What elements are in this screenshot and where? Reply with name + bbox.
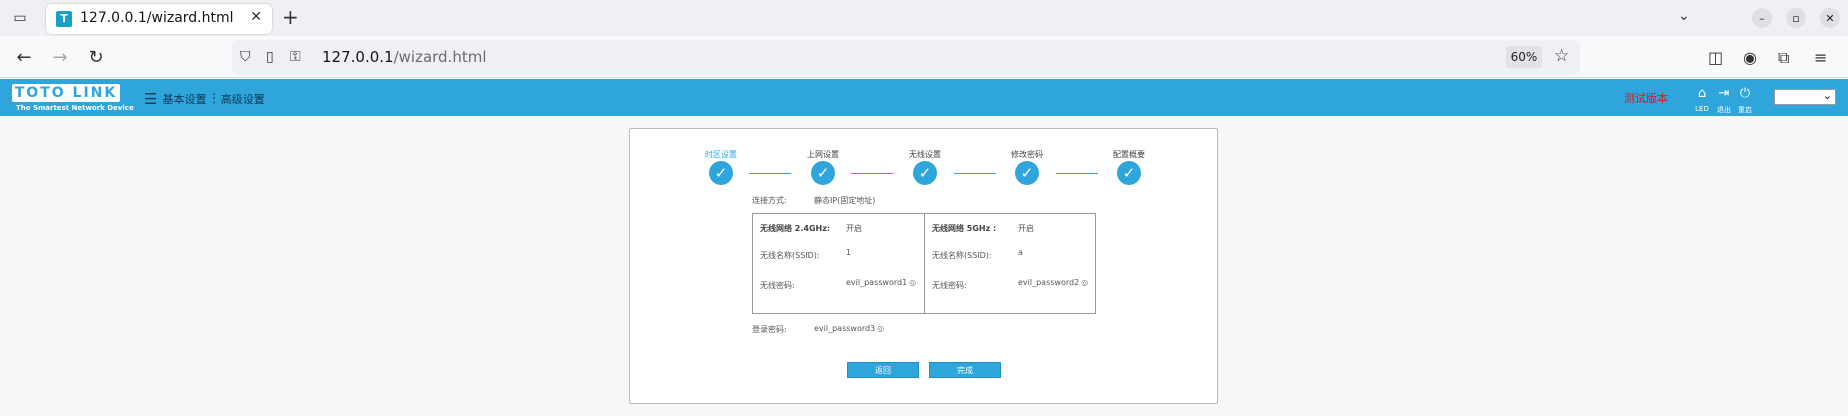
browser-tab[interactable]: T 127.0.0.1/wizard.html ✕ xyxy=(46,4,272,34)
step-label-password: 修改密码 xyxy=(1011,150,1043,159)
wifi5-pwd: evil_password2 ◎ xyxy=(1018,278,1089,287)
zoom-level[interactable]: 60% xyxy=(1506,46,1542,68)
login-pwd-label: 登录密码: xyxy=(752,325,787,334)
totolink-logo: TOTO LINK xyxy=(12,84,120,102)
pocket-icon[interactable]: ◫ xyxy=(1708,48,1723,67)
browser-tab-bar: ▭ T 127.0.0.1/wizard.html ✕ + ⌄ – ▫ ✕ xyxy=(0,0,1848,36)
step-label-timezone: 时区设置 xyxy=(705,150,737,159)
bookmark-star-icon[interactable]: ☆ xyxy=(1554,46,1569,66)
back-button[interactable]: 返回 xyxy=(847,362,919,378)
check-icon: ✓ xyxy=(811,161,835,185)
wifi5-ssid: a xyxy=(1018,248,1023,257)
wifi24-status: 开启 xyxy=(846,224,862,233)
step-connector xyxy=(1056,173,1098,174)
menu-basic-settings[interactable]: ☰ 基本设置 xyxy=(144,90,206,108)
tab-close-icon[interactable]: ✕ xyxy=(250,9,262,25)
page-icon[interactable]: ▯ xyxy=(266,49,274,65)
wifi5-status: 开启 xyxy=(1018,224,1034,233)
list-icon: ☰ xyxy=(144,90,158,108)
connection-type-label: 连接方式: xyxy=(752,196,787,205)
wifi24-pwd-label: 无线密码: xyxy=(760,281,795,290)
power-icon[interactable]: ⏻ xyxy=(1736,87,1754,100)
wifi24-ssid-label: 无线名称(SSID): xyxy=(760,251,820,260)
wifi24-label: 无线网络 2.4GHz: xyxy=(760,224,831,233)
logout-icon[interactable]: ⇥ xyxy=(1715,87,1733,100)
step-connector xyxy=(851,173,893,174)
led-icon[interactable]: ⌂ xyxy=(1693,87,1711,100)
back-icon[interactable]: ← xyxy=(12,45,36,69)
login-pwd: evil_password3 ◎ xyxy=(814,324,885,333)
language-select[interactable]: ⌄ xyxy=(1774,89,1836,105)
eye-icon[interactable]: ◎ xyxy=(877,324,884,333)
connection-type-value: 静态IP(固定地址) xyxy=(814,196,876,205)
step-label-wireless: 无线设置 xyxy=(909,150,941,159)
reload-icon[interactable]: ↻ xyxy=(84,45,108,69)
check-icon: ✓ xyxy=(709,161,733,185)
led-label: LED xyxy=(1695,105,1709,113)
menu-icon[interactable]: ≡ xyxy=(1814,48,1827,67)
eye-icon[interactable]: ◎ xyxy=(1081,278,1088,287)
tab-list-icon[interactable]: ▭ xyxy=(8,6,32,30)
test-version-label: 测试版本 xyxy=(1624,92,1668,105)
check-icon: ✓ xyxy=(1117,161,1141,185)
restore-icon[interactable]: ▫ xyxy=(1786,8,1806,28)
eye-icon[interactable]: ◎ xyxy=(909,278,916,287)
restart-label: 重启 xyxy=(1738,106,1752,114)
url-bar[interactable]: ⛉ ▯ ⚿ 127.0.0.1/wizard.html 60% ☆ xyxy=(232,40,1580,74)
step-label-internet: 上网设置 xyxy=(807,150,839,159)
minimize-icon[interactable]: – xyxy=(1752,8,1772,28)
finish-button[interactable]: 完成 xyxy=(929,362,1001,378)
favicon-icon: T xyxy=(56,11,72,27)
tab-title: 127.0.0.1/wizard.html xyxy=(80,10,234,26)
check-icon: ✓ xyxy=(1015,161,1039,185)
wifi5-label: 无线网络 5GHz : xyxy=(932,224,997,233)
chevron-down-icon: ⌄ xyxy=(1822,89,1832,102)
check-icon: ✓ xyxy=(913,161,937,185)
shield-icon[interactable]: ⛉ xyxy=(240,49,251,65)
list-all-tabs-icon[interactable]: ⌄ xyxy=(1678,8,1690,24)
browser-nav-bar: ← → ↻ ⛉ ▯ ⚿ 127.0.0.1/wizard.html 60% ☆ … xyxy=(0,36,1848,78)
account-icon[interactable]: ◉ xyxy=(1743,48,1757,67)
step-connector xyxy=(749,173,791,174)
forward-icon[interactable]: → xyxy=(48,45,72,69)
key-icon[interactable]: ⚿ xyxy=(290,49,301,65)
step-label-summary: 配置概要 xyxy=(1113,150,1145,159)
menu-advanced-settings[interactable]: ⫶ 高级设置 xyxy=(212,90,265,108)
divider xyxy=(924,214,925,313)
close-window-icon[interactable]: ✕ xyxy=(1820,8,1840,28)
wizard-panel: 时区设置 ✓ 上网设置 ✓ 无线设置 ✓ 修改密码 ✓ 配置概要 ✓ 连接方式:… xyxy=(629,128,1218,404)
sliders-icon: ⫶ xyxy=(212,90,216,108)
step-connector xyxy=(954,173,996,174)
wifi24-ssid: 1 xyxy=(846,248,852,257)
wifi-summary-box: 无线网络 2.4GHz: 开启 无线名称(SSID): 1 无线密码: evil… xyxy=(752,213,1096,314)
wifi5-pwd-label: 无线密码: xyxy=(932,281,967,290)
wifi5-ssid-label: 无线名称(SSID): xyxy=(932,251,992,260)
logo-tagline: The Smartest Network Device xyxy=(16,104,134,112)
url-text: 127.0.0.1/wizard.html xyxy=(322,48,487,66)
router-header: TOTO LINK The Smartest Network Device ☰ … xyxy=(0,79,1848,116)
wifi24-pwd: evil_password1 ◎ xyxy=(846,278,917,287)
new-tab-button[interactable]: + xyxy=(282,6,299,28)
extensions-icon[interactable]: ⧉ xyxy=(1778,48,1789,68)
